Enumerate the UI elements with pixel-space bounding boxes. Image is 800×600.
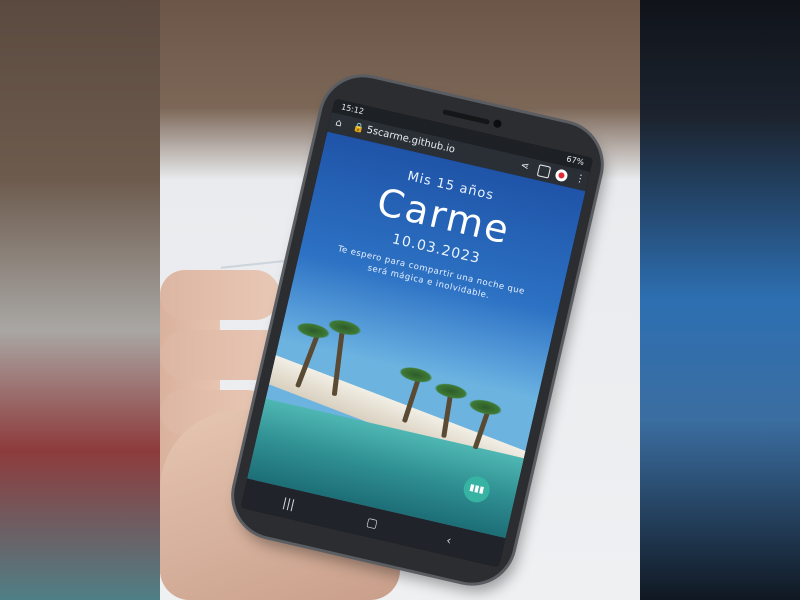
recents-icon[interactable]: ||| [279, 488, 298, 520]
index-finger [160, 270, 280, 320]
home-circle-icon[interactable]: ▢ [363, 507, 381, 539]
blurred-background-left [0, 0, 160, 600]
palm-frond [326, 316, 363, 339]
earpiece [442, 109, 491, 125]
tabs-icon[interactable] [536, 164, 552, 179]
record-icon[interactable] [554, 168, 569, 183]
home-icon[interactable]: ⌂ [333, 113, 344, 134]
blurred-background-right [640, 0, 800, 600]
lock-icon[interactable]: 🔒 [351, 118, 366, 140]
share-icon[interactable]: ⋖ [518, 156, 531, 177]
front-camera [492, 118, 503, 129]
back-icon[interactable]: ‹ [443, 525, 454, 555]
menu-icon[interactable]: ⋮ [573, 169, 587, 191]
